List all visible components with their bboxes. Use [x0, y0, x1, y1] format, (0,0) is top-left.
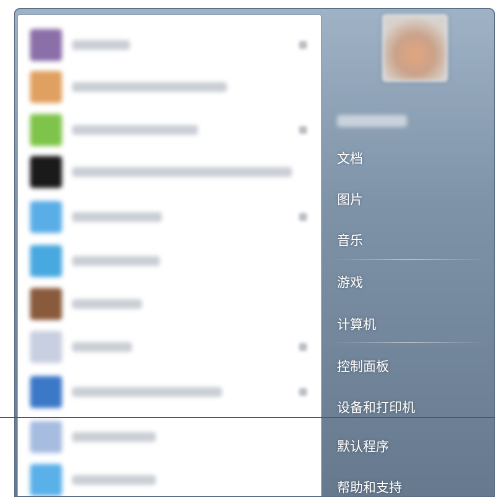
program-icon	[30, 376, 62, 408]
program-icon	[30, 114, 62, 146]
program-label	[72, 167, 292, 177]
program-item[interactable]	[18, 23, 321, 65]
program-item[interactable]	[18, 415, 321, 457]
places-divider	[332, 342, 487, 343]
program-icon	[30, 29, 62, 61]
places-pane: 文档 图片 音乐 游戏 计算机 控制面板 设备和打印机 默认程序 帮助和支持	[322, 9, 494, 496]
place-help-support[interactable]: 帮助和支持	[337, 477, 402, 496]
program-item[interactable]	[18, 239, 321, 281]
program-label	[72, 299, 142, 309]
place-pictures[interactable]: 图片	[337, 189, 363, 208]
program-icon	[30, 464, 62, 496]
place-music[interactable]: 音乐	[337, 230, 363, 249]
jumplist-arrow-icon[interactable]	[299, 41, 307, 49]
program-item[interactable]	[18, 108, 321, 150]
place-default-programs[interactable]: 默认程序	[337, 436, 389, 455]
places-divider	[332, 259, 487, 260]
program-item[interactable]	[18, 282, 321, 324]
program-icon	[30, 245, 62, 277]
program-label	[72, 125, 198, 135]
program-icon	[30, 156, 62, 188]
program-label	[72, 82, 227, 92]
program-item[interactable]	[18, 65, 321, 107]
place-devices-printers[interactable]: 设备和打印机	[337, 397, 415, 416]
program-item[interactable]	[18, 325, 321, 367]
place-documents[interactable]: 文档	[337, 148, 363, 167]
program-label	[72, 432, 156, 442]
jumplist-arrow-icon[interactable]	[299, 126, 307, 134]
place-games[interactable]: 游戏	[337, 272, 363, 291]
place-control-panel[interactable]: 控制面板	[337, 356, 389, 375]
program-item[interactable]	[18, 370, 321, 412]
program-icon	[30, 201, 62, 233]
program-icon	[30, 331, 62, 363]
user-name[interactable]	[337, 115, 407, 127]
program-label	[72, 475, 156, 485]
jumplist-arrow-icon[interactable]	[299, 213, 307, 221]
jumplist-arrow-icon[interactable]	[299, 388, 307, 396]
program-icon	[30, 288, 62, 320]
program-label	[72, 40, 130, 50]
program-label	[72, 256, 160, 266]
jumplist-arrow-icon[interactable]	[299, 343, 307, 351]
program-label	[72, 387, 222, 397]
program-icon	[30, 421, 62, 453]
program-item[interactable]	[18, 458, 321, 496]
program-item[interactable]	[18, 195, 321, 237]
start-menu: 文档 图片 音乐 游戏 计算机 控制面板 设备和打印机 默认程序 帮助和支持	[14, 8, 495, 497]
user-avatar[interactable]	[382, 14, 448, 82]
program-item[interactable]	[18, 150, 321, 192]
program-label	[72, 212, 162, 222]
red-guide-line	[0, 417, 495, 418]
program-label	[72, 342, 132, 352]
place-computer[interactable]: 计算机	[337, 314, 376, 333]
program-icon	[30, 71, 62, 103]
programs-list	[17, 14, 322, 496]
